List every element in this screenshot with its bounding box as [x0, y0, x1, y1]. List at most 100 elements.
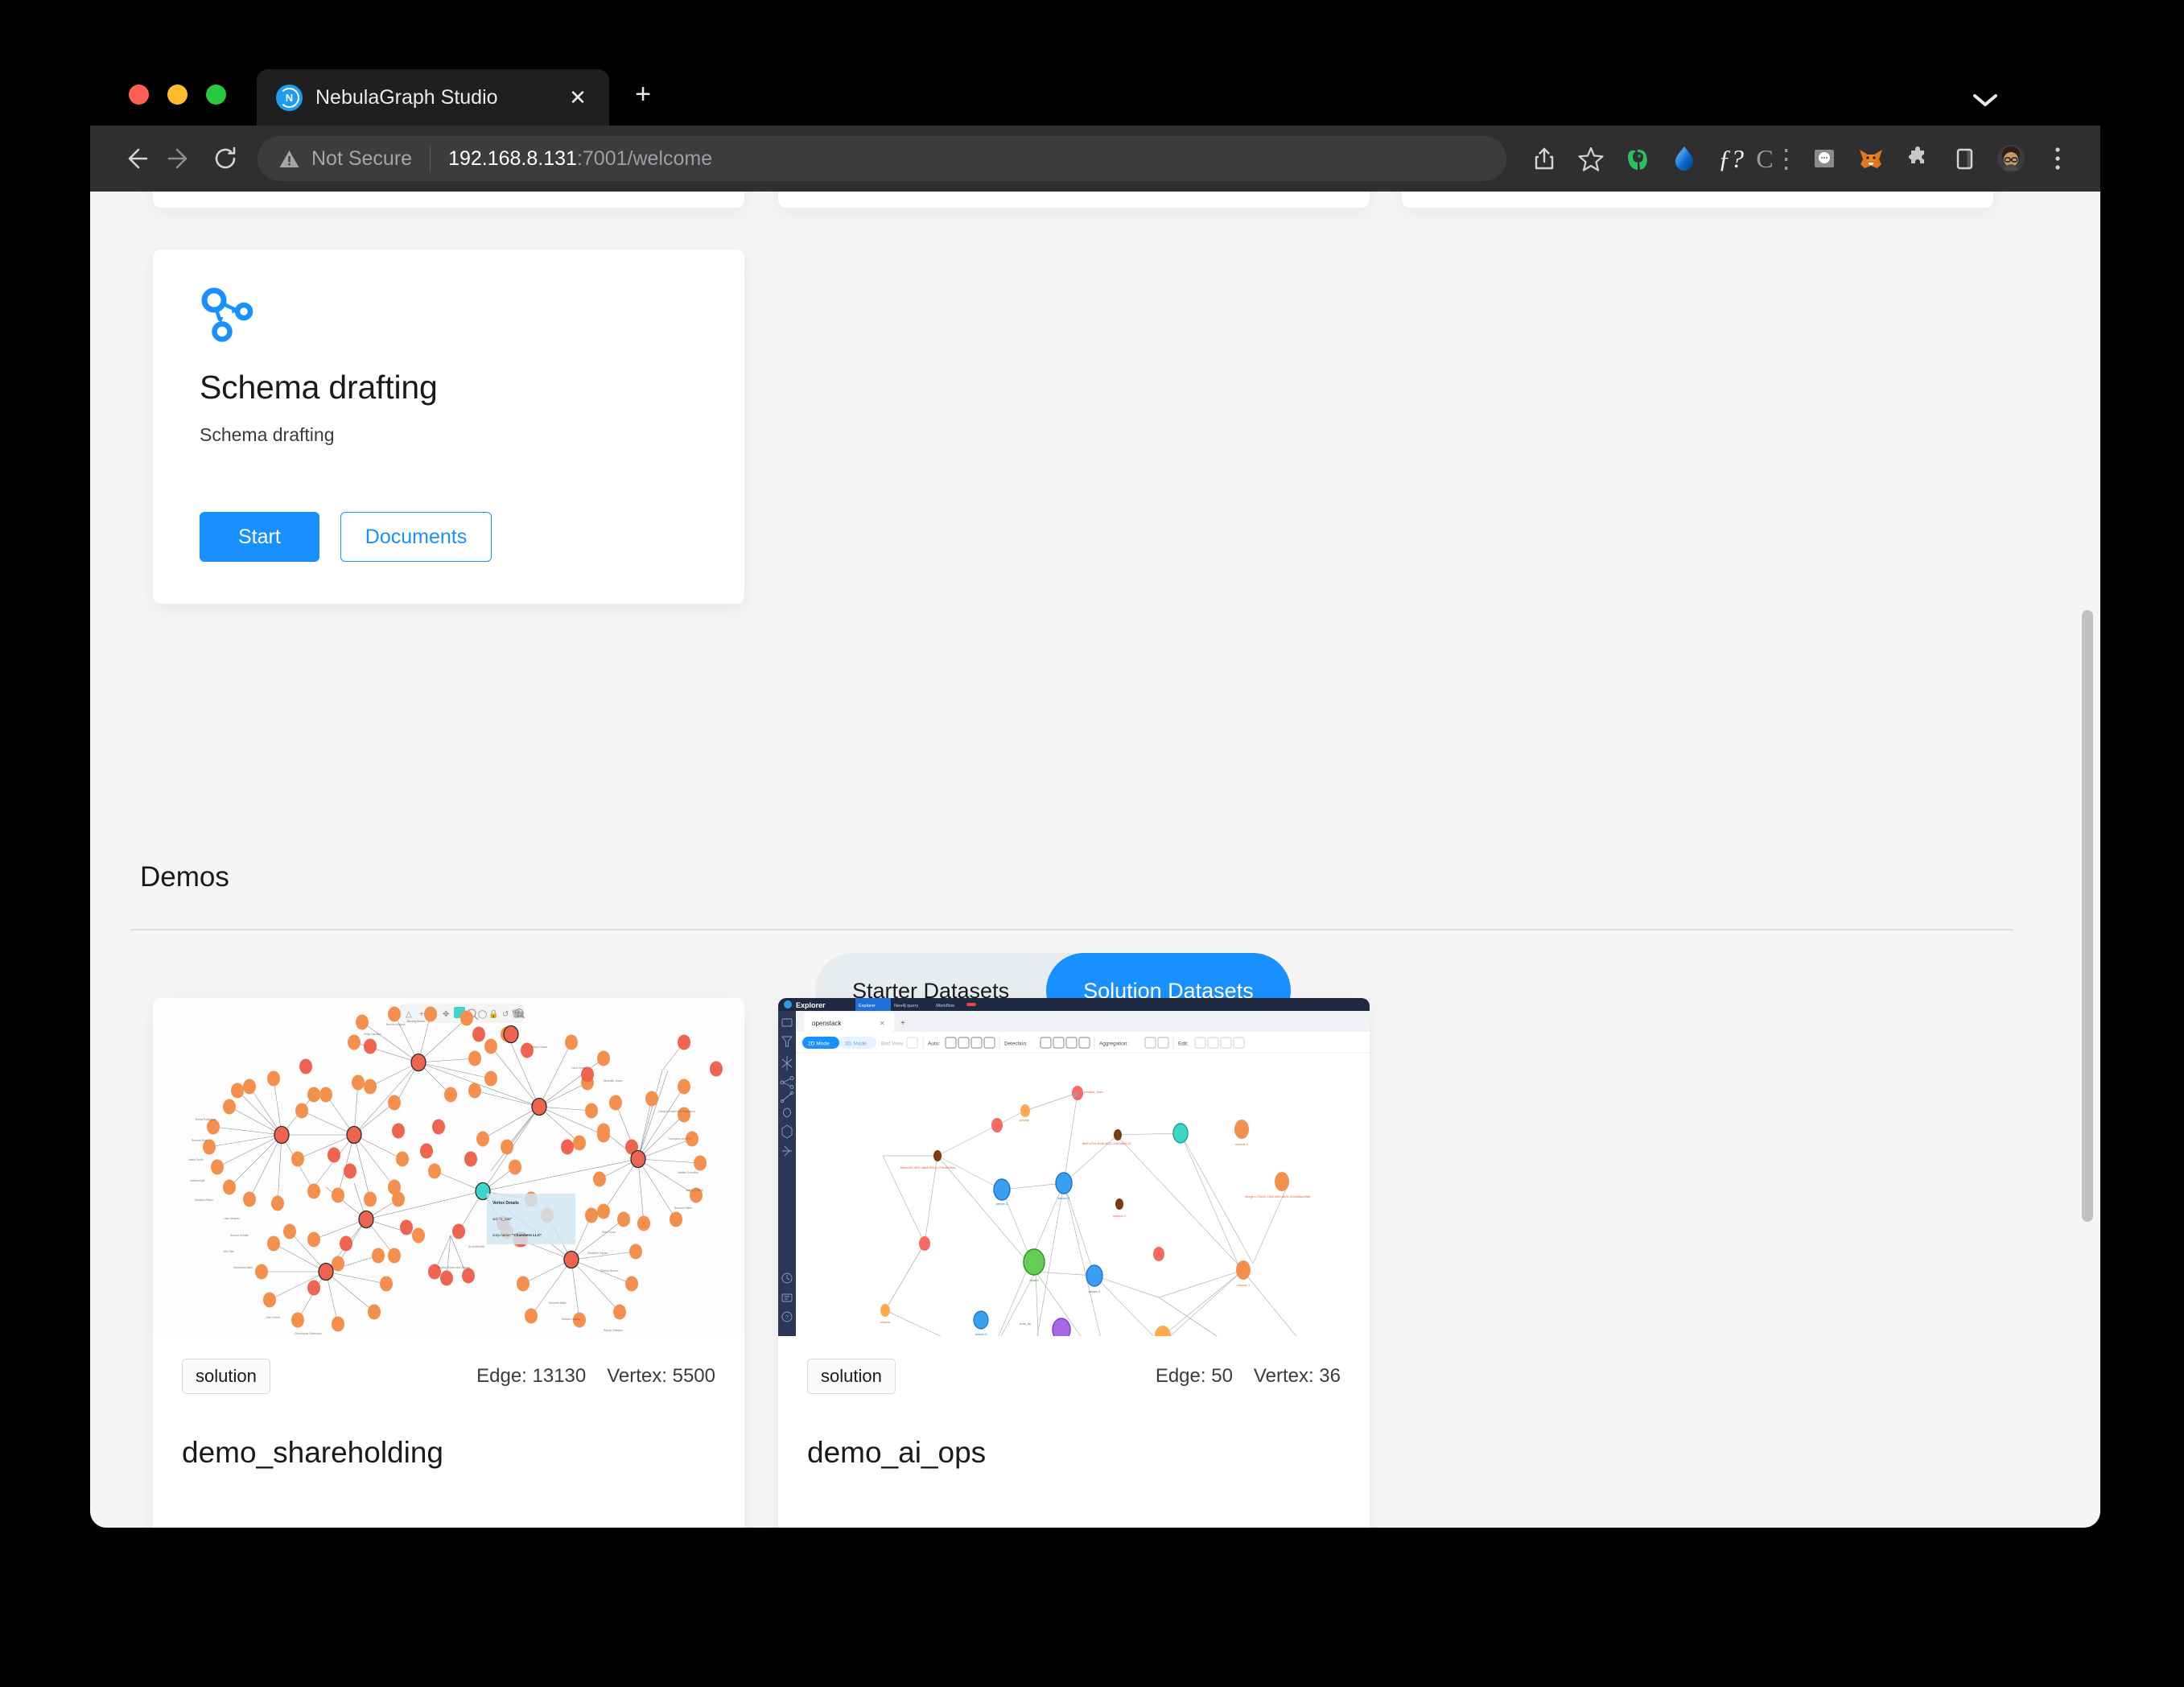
chevron-down-icon[interactable]: [1972, 92, 1999, 108]
card-above-partial[interactable]: [153, 192, 744, 208]
card-above-partial[interactable]: [1402, 192, 1993, 208]
side-panel-icon[interactable]: [1941, 135, 1988, 182]
plus-icon[interactable]: +: [627, 80, 659, 108]
demo-meta-row: solution Edge: 50 Vertex: 36: [807, 1359, 1341, 1394]
browser-tab-strip: N NebulaGraph Studio ✕ +: [90, 63, 2100, 126]
demo-card[interactable]: Explorer Explorer Neo4j query Workflow ?…: [778, 998, 1370, 1528]
evernote-elephant-icon[interactable]: [1614, 135, 1661, 182]
card-above-partial[interactable]: [778, 192, 1370, 208]
forward-arrow-icon[interactable]: [158, 136, 203, 181]
vertex-count: Vertex: 36: [1253, 1365, 1341, 1387]
svg-text:Teresa Rodriguez: Teresa Rodriguez: [195, 1118, 216, 1121]
schema-card-actions: Start Documents: [200, 512, 492, 562]
svg-text:Thompson and Fox: Thompson and Fox: [668, 1137, 692, 1140]
section-divider: [130, 929, 2013, 930]
svg-text:Workflow: Workflow: [936, 1004, 955, 1008]
svg-text:dbf2-d7cf-4bd8-8011-1d82da6123: dbf2-d7cf-4bd8-8011-1d82da6123: [1082, 1141, 1131, 1145]
svg-text:+: +: [419, 1010, 424, 1019]
speech-bubble-icon[interactable]: [1801, 135, 1848, 182]
svg-text:corp.name: "Chambers LLC": corp.name: "Chambers LLC": [492, 1233, 542, 1237]
status-badge: solution: [182, 1359, 270, 1394]
user-avatar-icon[interactable]: [1988, 135, 2034, 182]
page-viewport: Schema drafting Schema drafting Start Do…: [90, 192, 2100, 1528]
svg-text:Detection:: Detection:: [1004, 1041, 1028, 1047]
edge-count: Edge: 13130: [476, 1365, 587, 1387]
svg-text:Beverly Brown: Beverly Brown: [407, 1020, 425, 1023]
svg-text:image-c73d1f2-13f4-4f4b-aed1-6: image-c73d1f2-13f4-4f4b-aed1-6bcc0bac0fa…: [1245, 1194, 1311, 1198]
svg-text:Auto:: Auto:: [928, 1041, 940, 1047]
svg-text:Melissa Ball: Melissa Ball: [190, 1179, 204, 1182]
demo-card-body: solution Edge: 50 Vertex: 36 demo_ai_ops…: [778, 1336, 1370, 1528]
svg-text:?: ?: [785, 1315, 789, 1321]
schema-drafting-card[interactable]: Schema drafting Schema drafting Start Do…: [153, 250, 744, 604]
svg-text:Neo4j query: Neo4j query: [894, 1004, 918, 1008]
scrollbar-thumb[interactable]: [2082, 610, 2093, 1222]
svg-text:✥: ✥: [443, 1010, 449, 1019]
browser-window: N NebulaGraph Studio ✕ + Not Secure 192.…: [90, 63, 2100, 1528]
svg-text:volume-2: volume-2: [1113, 1214, 1127, 1218]
back-arrow-icon[interactable]: [113, 136, 158, 181]
svg-text:▦: ▦: [517, 1010, 524, 1019]
three-dots-menu-icon[interactable]: [2034, 135, 2081, 182]
svg-text:Sabrina Ruiz: Sabrina Ruiz: [192, 1139, 208, 1142]
demo-meta-row: solution Edge: 13130 Vertex: 5500: [182, 1359, 715, 1394]
url-text: 192.168.8.131:7001/welcome: [448, 147, 712, 171]
svg-text:Kenneth Miller: Kenneth Miller: [549, 1301, 567, 1305]
omnibox-divider: [430, 146, 431, 171]
svg-text:🔒: 🔒: [488, 1009, 498, 1019]
tooltip-title: Vertex Details: [492, 1201, 519, 1206]
warning-triangle-icon: [278, 148, 300, 170]
address-bar[interactable]: Not Secure 192.168.8.131:7001/welcome: [258, 136, 1506, 181]
svg-text:node0: node0: [1029, 1278, 1039, 1282]
c-colon-icon[interactable]: C⋮: [1754, 135, 1801, 182]
close-icon[interactable]: ✕: [564, 87, 591, 108]
svg-text:↺: ↺: [502, 1010, 509, 1019]
browser-tab[interactable]: N NebulaGraph Studio ✕: [257, 69, 609, 126]
svg-text:Brenda Hughes: Brenda Hughes: [386, 1023, 406, 1026]
start-button[interactable]: Start: [200, 512, 319, 562]
svg-text:2D Mode: 2D Mode: [808, 1041, 830, 1047]
blue-teardrop-icon[interactable]: [1661, 135, 1708, 182]
maximize-window-button[interactable]: [206, 85, 226, 105]
svg-text:Jaime Smith: Jaime Smith: [188, 1158, 204, 1161]
nebulagraph-logo-icon: N: [276, 84, 303, 111]
svg-text:3D Mode: 3D Mode: [845, 1041, 867, 1047]
svg-text:John Ferrell: John Ferrell: [266, 1316, 280, 1319]
svg-text:Aggregation:: Aggregation:: [1099, 1041, 1128, 1047]
svg-text:✕: ✕: [880, 1020, 885, 1027]
page-scrollbar[interactable]: [2078, 192, 2097, 1528]
schema-card-description: Schema drafting: [200, 424, 335, 445]
shareholding-graph-thumbnail: △+−✥ ◯🔒↺🗑▦: [153, 998, 744, 1336]
svg-text:Christopher Dickerson: Christopher Dickerson: [295, 1332, 322, 1335]
demo-card-body: solution Edge: 13130 Vertex: 5500 demo_s…: [153, 1336, 744, 1528]
metamask-fox-icon[interactable]: [1848, 135, 1894, 182]
window-traffic-lights: [90, 85, 226, 126]
svg-text:△: △: [406, 1010, 412, 1019]
url-path: :7001/welcome: [576, 146, 713, 170]
minimize-window-button[interactable]: [167, 85, 187, 105]
vertex-count: Vertex: 5500: [607, 1365, 715, 1387]
svg-text:Sandra Schultz: Sandra Schultz: [230, 1234, 249, 1237]
svg-text:Edward Jordan: Edward Jordan: [562, 1318, 580, 1321]
svg-text:Marissa Wilson: Marissa Wilson: [195, 1198, 213, 1202]
star-icon[interactable]: [1568, 135, 1614, 182]
svg-text:Scott Mitchell: Scott Mitchell: [468, 1245, 484, 1248]
svg-text:Edit:: Edit:: [1178, 1041, 1189, 1047]
demo-card[interactable]: △+−✥ ◯🔒↺🗑▦: [153, 998, 744, 1528]
f-question-icon[interactable]: ƒ?: [1708, 135, 1754, 182]
svg-text:Philip Sanders: Philip Sanders: [364, 1033, 381, 1036]
share-icon[interactable]: [1521, 135, 1568, 182]
close-window-button[interactable]: [129, 85, 149, 105]
puzzle-piece-icon[interactable]: [1894, 135, 1941, 182]
schema-graph-icon: [200, 287, 258, 344]
svg-text:Sharon Nelson: Sharon Nelson: [600, 1269, 619, 1272]
demo-name: demo_shareholding: [182, 1436, 444, 1469]
svg-text:Jeffrey Church: Jeffrey Church: [686, 1189, 703, 1192]
svg-text:private: private: [1020, 1118, 1030, 1122]
svg-text:Bird View:: Bird View:: [881, 1041, 905, 1047]
svg-text:Brandon Miller: Brandon Miller: [674, 1206, 693, 1210]
documents-button[interactable]: Documents: [340, 512, 492, 562]
reload-icon[interactable]: [203, 136, 248, 181]
demos-section-heading: Demos: [140, 861, 229, 893]
demo-name: demo_ai_ops: [807, 1436, 987, 1469]
